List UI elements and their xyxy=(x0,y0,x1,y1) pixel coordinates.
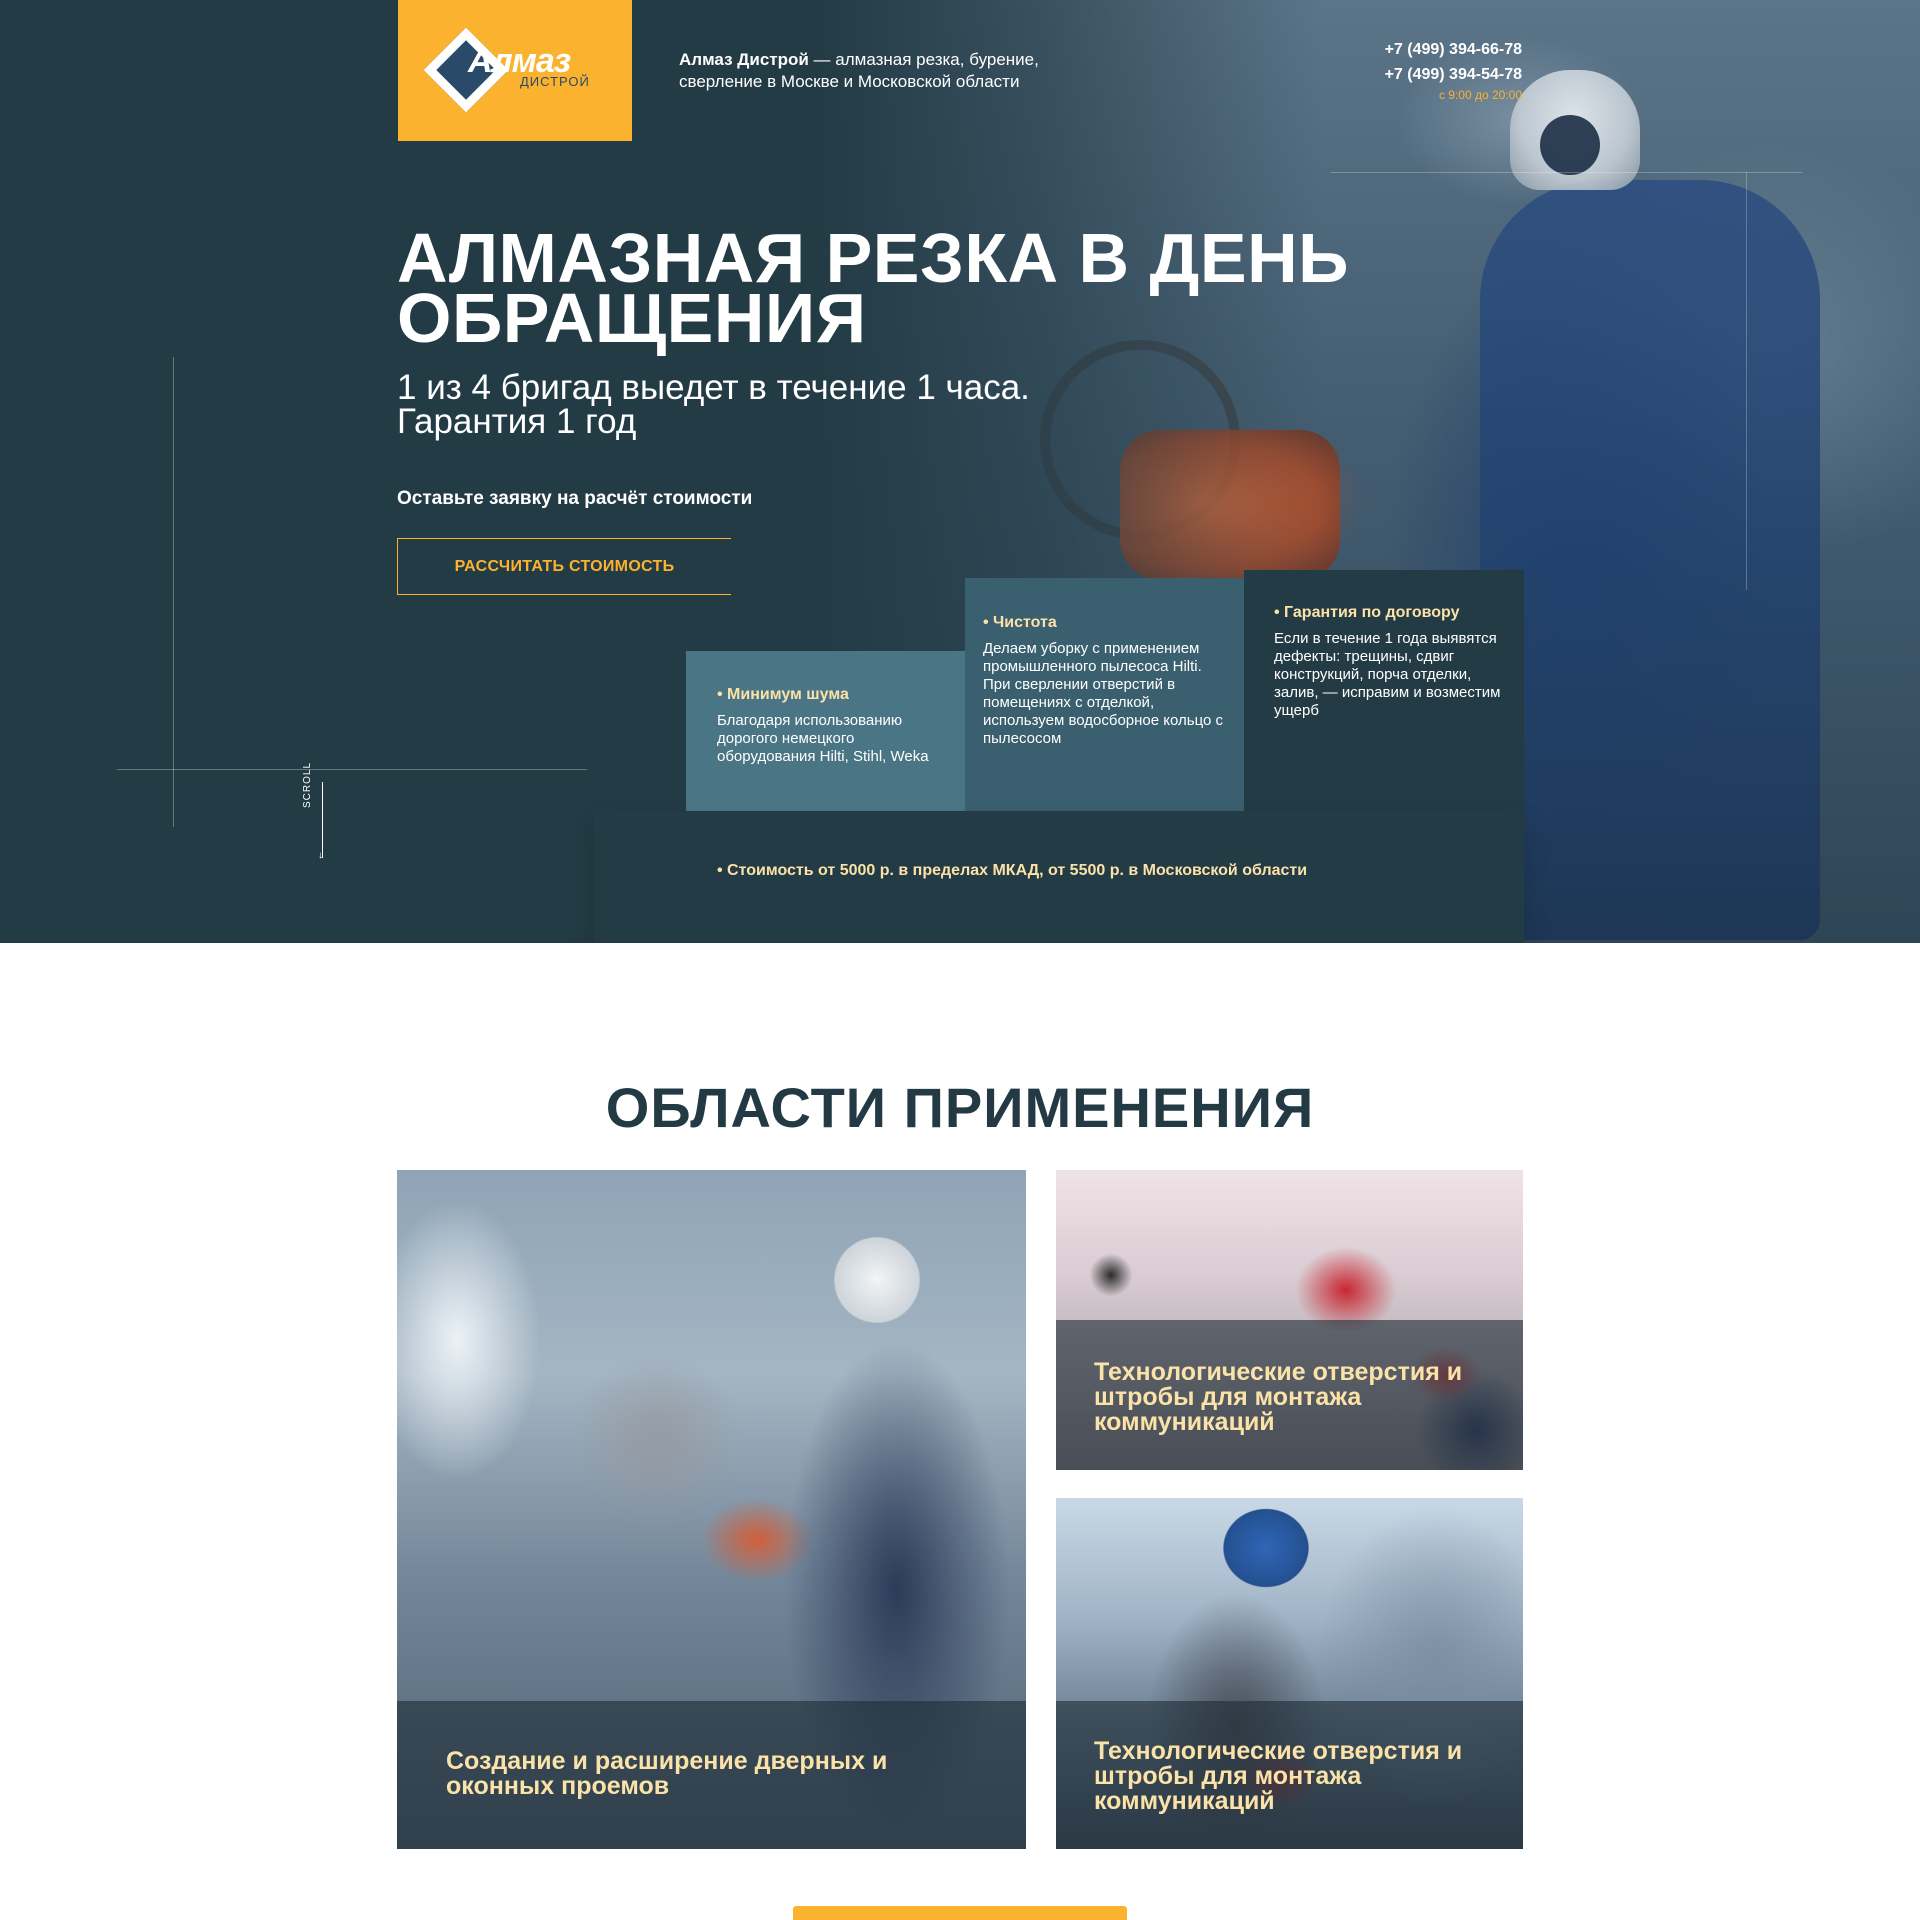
bottom-action-button[interactable] xyxy=(793,1906,1127,1920)
feature-text: Если в течение 1 года выявятся дефекты: … xyxy=(1274,630,1501,719)
hero-title: АЛМАЗНАЯ РЕЗКА В ДЕНЬ ОБРАЩЕНИЯ xyxy=(397,219,1349,357)
price-bar: • Стоимость от 5000 р. в пределах МКАД, … xyxy=(594,811,1524,943)
phone-link-1[interactable]: +7 (499) 394-66-78 xyxy=(1300,37,1522,62)
application-card-openings[interactable]: Создание и расширение дверных и оконных … xyxy=(397,1170,1026,1849)
application-card-communications-2[interactable]: Технологические отверстия и штробы для м… xyxy=(1056,1498,1523,1849)
applications-title: ОБЛАСТИ ПРИМЕНЕНИЯ xyxy=(605,1076,1315,1139)
decor-line xyxy=(1746,172,1747,590)
scroll-line xyxy=(322,782,323,858)
tagline-brand: Алмаз Дистрой xyxy=(679,50,809,69)
hero-worker-earmuff-shape xyxy=(1540,115,1600,175)
header-tagline: Алмаз Дистрой — алмазная резка, бурение,… xyxy=(679,49,1119,93)
hero-subtitle: 1 из 4 бригад выедет в течение 1 часа. Г… xyxy=(397,368,1197,441)
hero-subtitle-line: Гарантия 1 год xyxy=(397,402,637,441)
decor-line xyxy=(1330,172,1802,173)
hero-subtitle-line: 1 из 4 бригад выедет в течение 1 часа. xyxy=(397,368,1030,407)
working-hours: с 9:00 до 20:00 xyxy=(1438,88,1522,102)
price-note: • Стоимость от 5000 р. в пределах МКАД, … xyxy=(717,862,1308,879)
feature-text: Делаем уборку с применением промышленног… xyxy=(983,640,1224,747)
application-card-communications[interactable]: Технологические отверстия и штробы для м… xyxy=(1056,1170,1523,1470)
decor-line xyxy=(173,357,174,827)
feature-text: Благодаря использованию дорогого немецко… xyxy=(717,712,929,765)
hero-worker-body-shape xyxy=(1480,180,1820,940)
feature-card-cleanliness: • Чистота Делаем уборку с применением пр… xyxy=(965,578,1245,811)
feature-card-noise: • Минимум шума Благодаря использованию д… xyxy=(686,651,966,811)
feature-title: • Гарантия по договору xyxy=(1274,604,1460,621)
card-label: Технологические отверстия и штробы для м… xyxy=(1094,1358,1463,1436)
card-label: Технологические отверстия и штробы для м… xyxy=(1094,1737,1463,1815)
card-label: Создание и расширение дверных и оконных … xyxy=(446,1747,888,1800)
arrow-down-icon: ↓ xyxy=(318,850,323,861)
logo-link[interactable]: Алмаз ДИСТРОЙ xyxy=(398,0,632,141)
hero-cta-text: Оставьте заявку на расчёт стоимости xyxy=(397,488,753,509)
logo-subtitle: ДИСТРОЙ xyxy=(520,74,590,89)
scroll-label[interactable]: SCROLL xyxy=(302,762,313,808)
feature-title: • Минимум шума xyxy=(717,686,849,703)
calculate-cost-button[interactable]: РАССЧИТАТЬ СТОИМОСТЬ xyxy=(397,538,731,595)
feature-title: • Чистота xyxy=(983,614,1057,631)
feature-card-warranty: • Гарантия по договору Если в течение 1 … xyxy=(1244,570,1524,811)
header-contacts: +7 (499) 394-66-78 +7 (499) 394-54-78 с … xyxy=(1300,37,1522,103)
phone-link-2[interactable]: +7 (499) 394-54-78 xyxy=(1300,62,1522,87)
decor-line xyxy=(117,769,587,770)
hero-section: Алмаз ДИСТРОЙ Алмаз Дистрой — алмазная р… xyxy=(0,0,1920,943)
